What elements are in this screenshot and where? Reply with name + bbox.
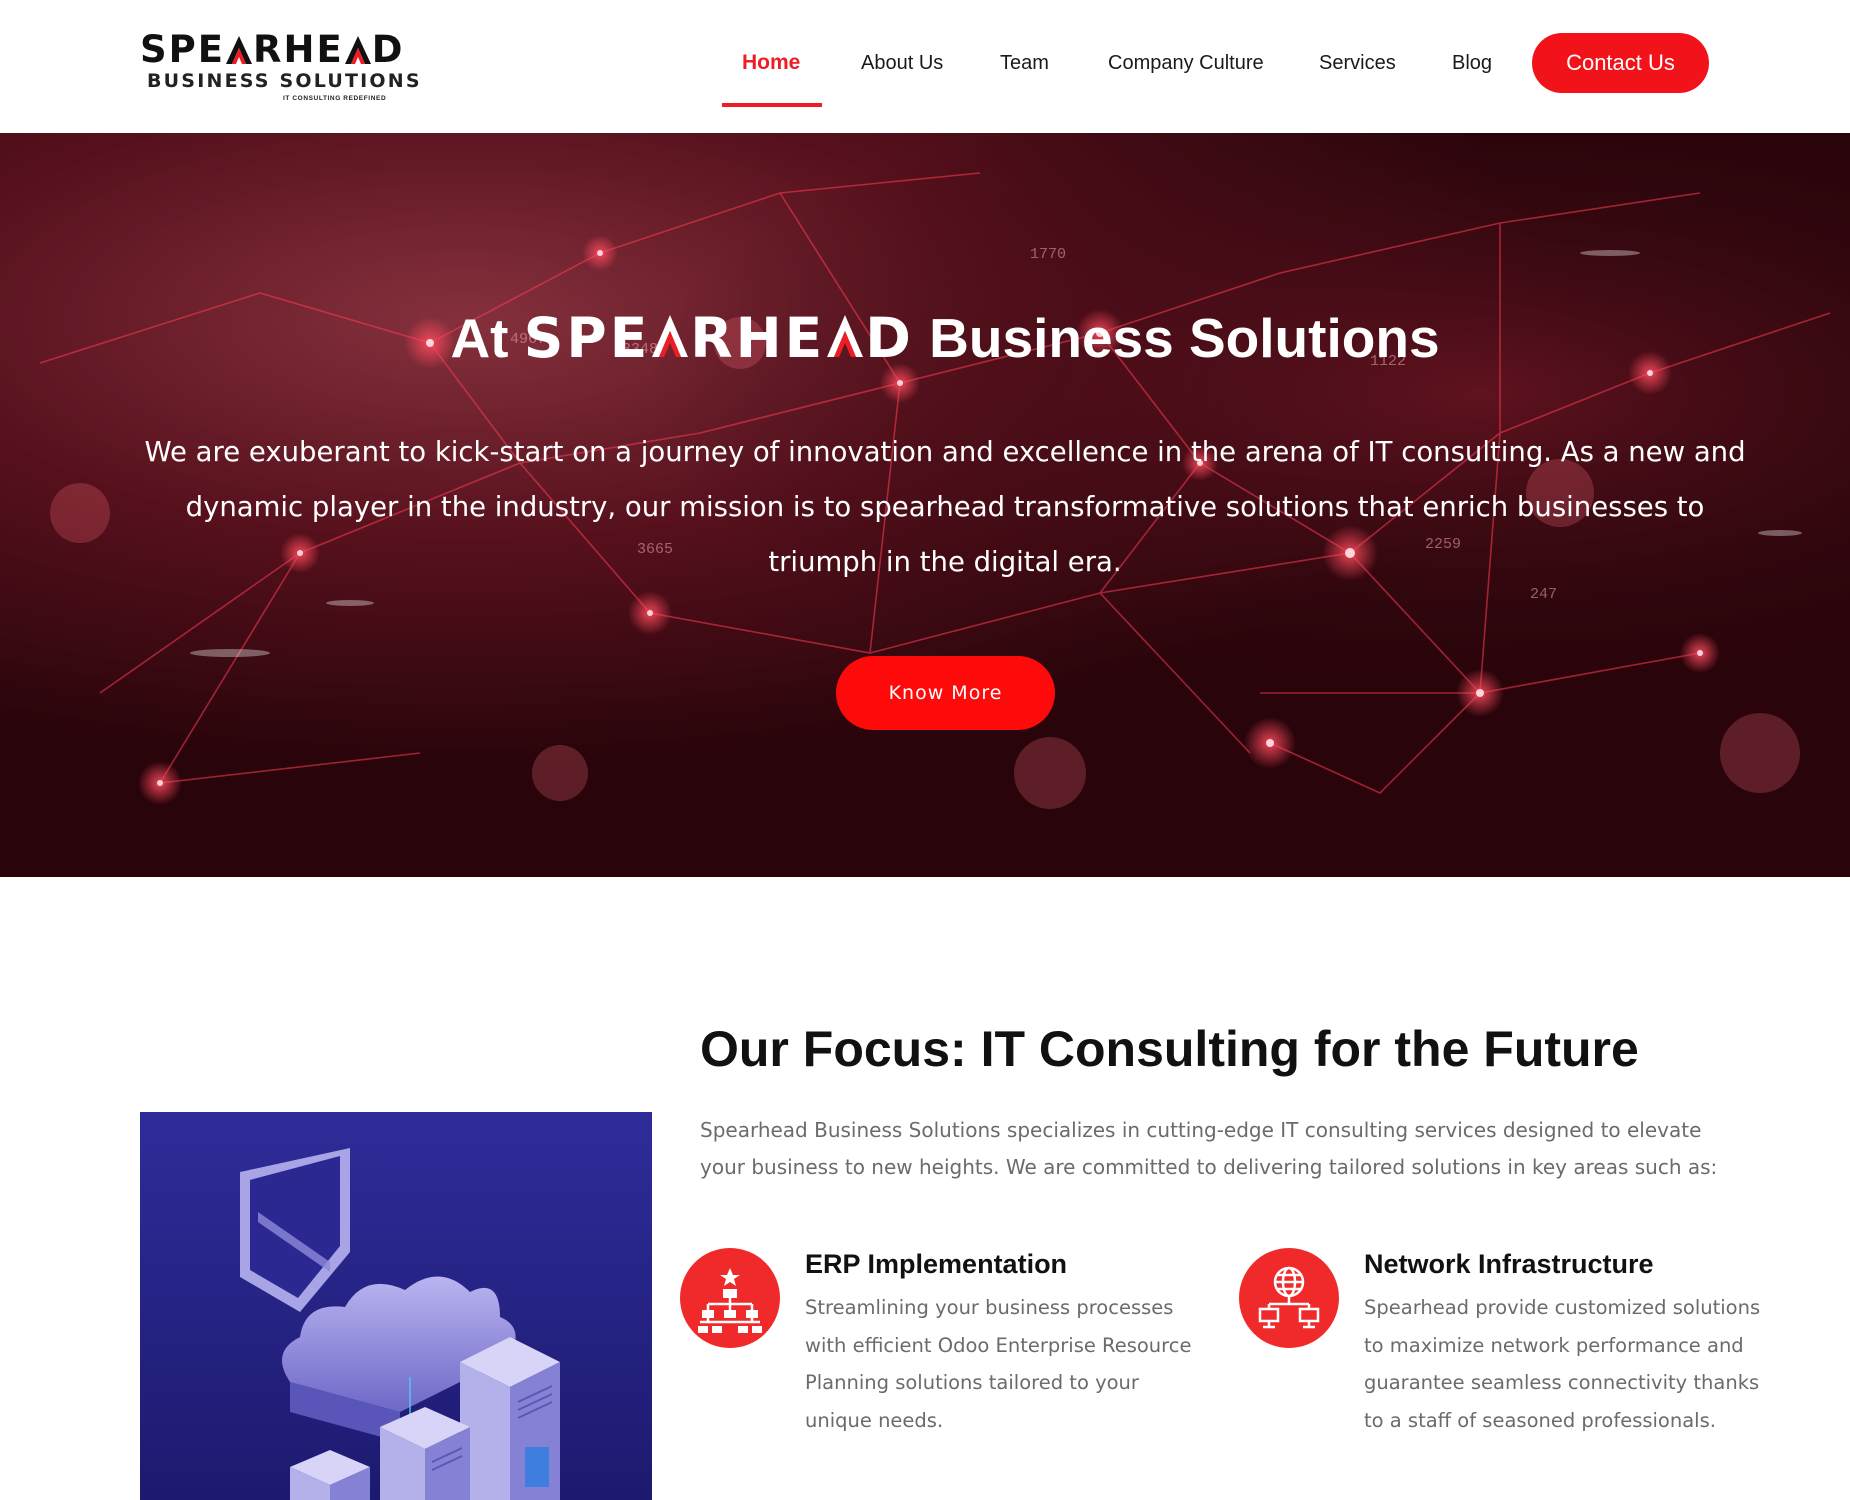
- logo-spear-a-icon: [344, 35, 372, 65]
- know-more-button[interactable]: Know More: [836, 656, 1055, 730]
- service-description: Streamlining your business processes wit…: [805, 1296, 1192, 1432]
- logo-spear-a-icon: [225, 35, 253, 65]
- org-chart-icon: [680, 1248, 780, 1348]
- brand-part: SPE: [523, 306, 651, 370]
- nav-active-indicator: [722, 103, 822, 107]
- brand-part: D: [865, 306, 914, 370]
- logo-text-end: D: [371, 28, 405, 71]
- service-description: Spearhead provide customized solutions t…: [1364, 1296, 1761, 1432]
- service-title: ERP Implementation: [805, 1249, 1068, 1279]
- nav-services[interactable]: Services: [1319, 48, 1396, 78]
- logo-subtitle: BUSINESS SOLUTIONS: [147, 70, 422, 92]
- logo-tagline: IT CONSULTING REDEFINED: [283, 95, 387, 102]
- logo-text-start: SPE: [140, 28, 226, 71]
- site-header: SPE RHE D BUSINESS SOLUTIONS IT CONSULTING…: [0, 0, 1850, 133]
- hero-title-brand: SPE RHE D: [524, 306, 914, 370]
- hero-title-suffix: Business Solutions: [929, 307, 1440, 369]
- logo-wordmark: SPE RHE D: [140, 30, 405, 70]
- hero-description: We are exuberant to kick-start on a jour…: [144, 436, 1746, 578]
- hero-title-prefix: At: [450, 307, 509, 369]
- bg-number: 1770: [1030, 246, 1066, 263]
- service-title: Network Infrastructure: [1364, 1249, 1654, 1279]
- hero-section: 1770 4967 3348 1122 2259 3665 247 At SPE…: [0, 133, 1850, 877]
- nav-about-us[interactable]: About Us: [861, 48, 943, 78]
- spear-a-icon: [650, 305, 690, 357]
- hero-title: At SPE RHE D Business Solutions: [0, 303, 1850, 373]
- spear-a-icon: [825, 305, 865, 357]
- brand-part: RHE: [690, 306, 826, 370]
- contact-us-button[interactable]: Contact Us: [1532, 33, 1709, 93]
- cloud-server-illustration: [140, 1112, 652, 1500]
- site-logo[interactable]: SPE RHE D BUSINESS SOLUTIONS IT CONSULTING…: [140, 30, 420, 108]
- focus-intro-text: Spearhead Business Solutions specializes…: [700, 1118, 1718, 1179]
- nav-blog[interactable]: Blog: [1452, 48, 1492, 78]
- focus-heading: Our Focus: IT Consulting for the Future: [700, 1021, 1639, 1077]
- nav-team[interactable]: Team: [1000, 48, 1049, 78]
- network-globe-icon: [1239, 1248, 1339, 1348]
- logo-text-middle: RHE: [253, 28, 344, 71]
- nav-home[interactable]: Home: [742, 48, 800, 78]
- nav-company-culture[interactable]: Company Culture: [1108, 48, 1264, 78]
